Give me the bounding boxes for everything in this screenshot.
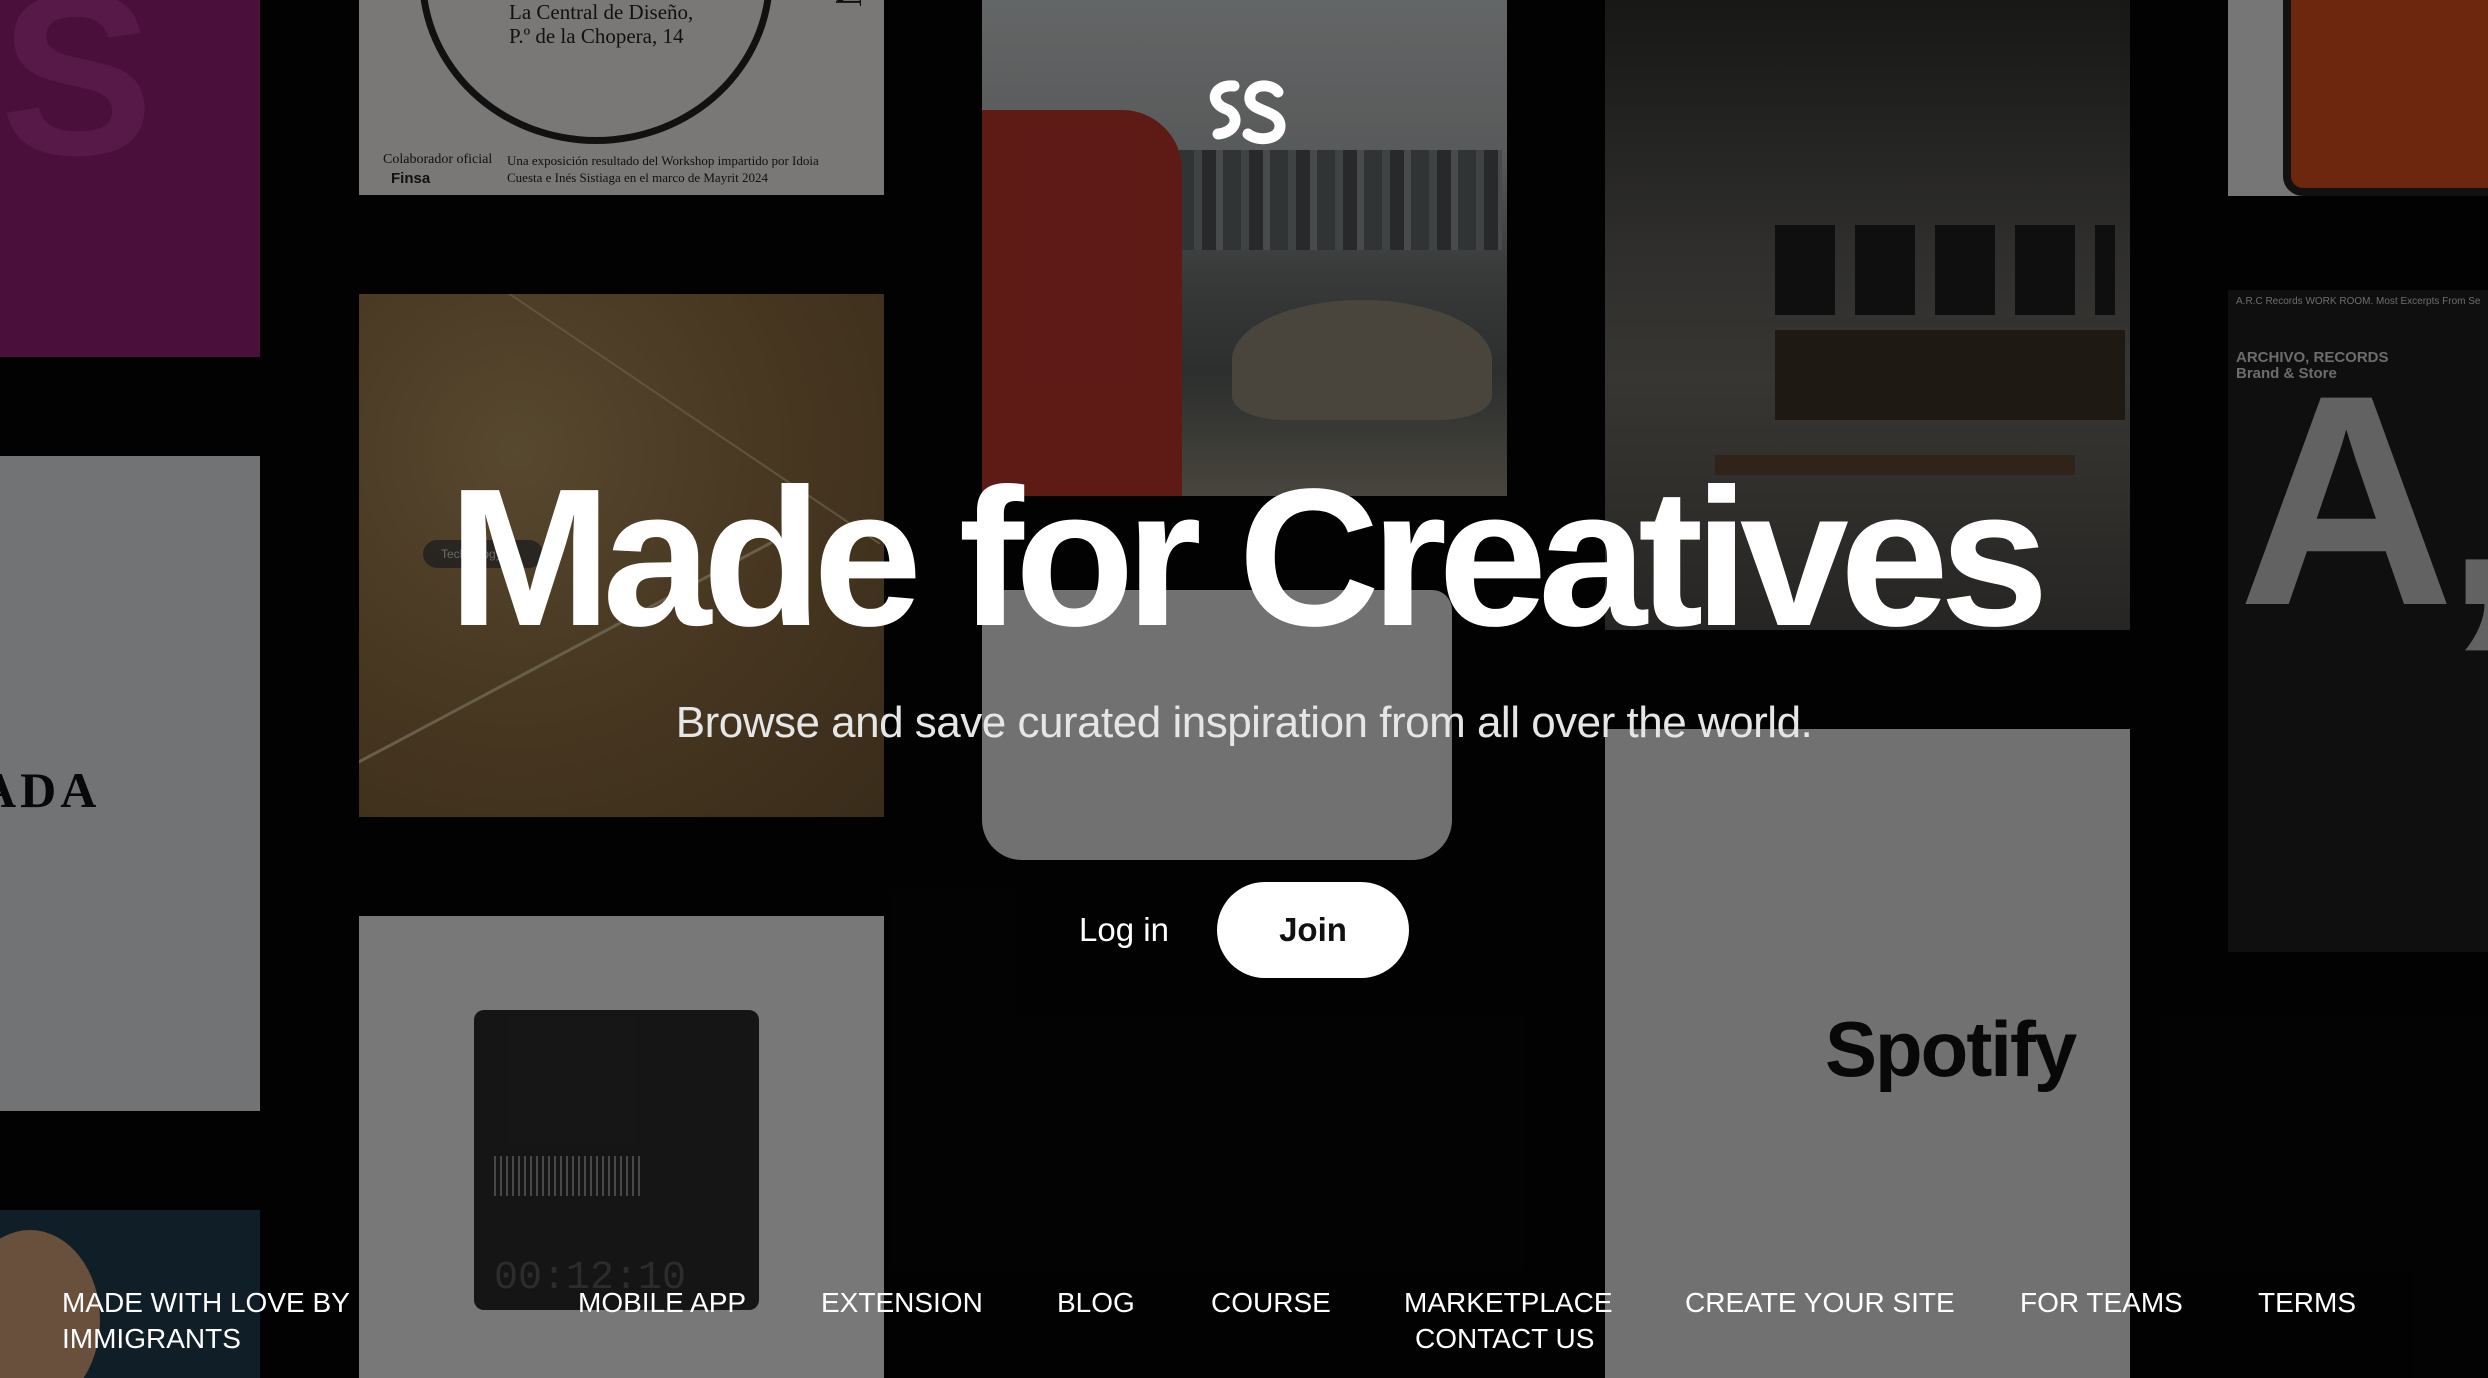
footer-link-course[interactable]: COURSE (1211, 1285, 1331, 1321)
phone-mockup-tile (2228, 0, 2488, 196)
join-button[interactable]: Join (1217, 882, 1409, 978)
poster-sponsor: Finsa (391, 170, 431, 187)
exhibition-poster-tile: La Central de Diseño, P.º de la Chopera,… (359, 0, 884, 195)
footer-tagline: MADE WITH LOVE BY IMMIGRANTS (62, 1287, 350, 1354)
magenta-tile: S (0, 0, 260, 357)
footer-link-contact-us[interactable]: CONTACT US (1415, 1321, 1594, 1357)
archivo-top-line: A.R.C Records WORK ROOM. Most Excerpts F… (2236, 296, 2481, 307)
poster-address: La Central de Diseño, P.º de la Chopera,… (509, 0, 694, 48)
city-car-photo-tile (982, 0, 1507, 496)
prada-wordmark: ADA (0, 762, 101, 818)
footer-link-extension[interactable]: EXTENSION (821, 1285, 983, 1321)
background-mosaic: S La Central de Diseño, P.º de la Choper… (0, 0, 2488, 1378)
hero-subtitle: Browse and save curated inspiration from… (675, 698, 1813, 747)
footer-link-marketplace[interactable]: MARKETPLACE (1404, 1285, 1613, 1321)
ss-monogram-icon[interactable] (1204, 76, 1288, 146)
spotify-wordmark: Spotify (1825, 1005, 2077, 1093)
poster-collab-label: Colaborador oficial (383, 152, 493, 167)
poster-note: Una exposición resultado del Workshop im… (507, 153, 819, 185)
footer-link-blog[interactable]: BLOG (1057, 1285, 1135, 1321)
footer-link-for-teams[interactable]: FOR TEAMS (2020, 1285, 2183, 1321)
poster-vertical-word: MACIÓN (826, 0, 870, 10)
footer-link-mobile-app[interactable]: MOBILE APP (578, 1285, 746, 1321)
spotify-tile: Spotify (1605, 729, 2130, 1378)
footer-link-create-your-site[interactable]: CREATE YOUR SITE (1685, 1285, 1955, 1321)
login-button[interactable]: Log in (1060, 902, 1188, 958)
footer-link-terms[interactable]: TERMS (2258, 1285, 2356, 1321)
hero-headline: Made for Creatives (448, 448, 2049, 667)
